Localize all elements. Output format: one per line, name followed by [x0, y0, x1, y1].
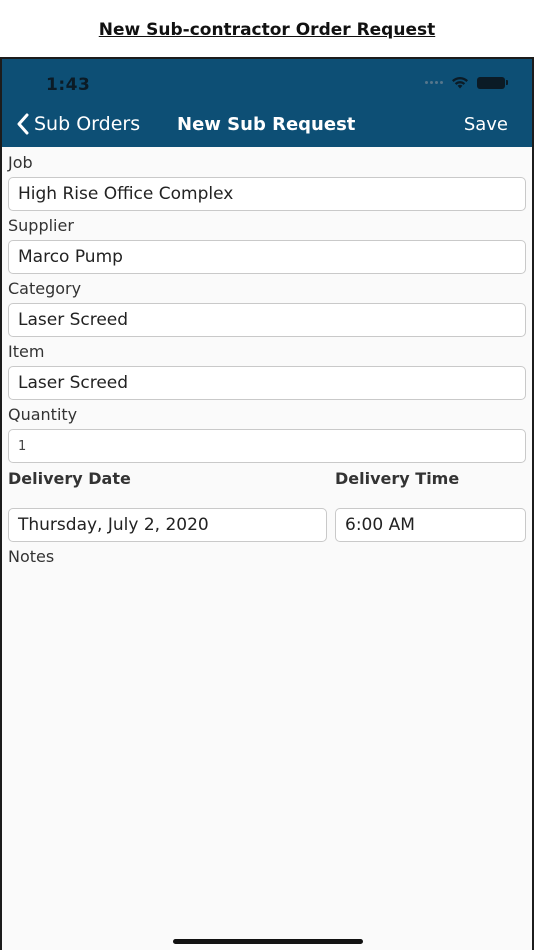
status-time: 1:43 — [46, 75, 91, 95]
quantity-field[interactable]: 1 — [8, 429, 526, 463]
delivery-labels-row: Delivery Date Delivery Time — [8, 466, 526, 508]
delivery-time-label: Delivery Time — [335, 469, 460, 488]
home-indicator[interactable] — [173, 939, 363, 944]
delivery-date-label: Delivery Date — [8, 469, 131, 488]
document-title: New Sub-contractor Order Request — [98, 20, 436, 40]
category-label: Category — [8, 279, 82, 298]
battery-icon — [477, 76, 508, 89]
wifi-icon — [451, 76, 469, 89]
delivery-date-field[interactable]: Thursday, July 2, 2020 — [8, 508, 327, 542]
cellular-signal-icon — [425, 81, 443, 84]
delivery-time-field[interactable]: 6:00 AM — [335, 508, 526, 542]
job-field[interactable]: High Rise Office Complex — [8, 177, 526, 211]
supplier-label: Supplier — [8, 216, 74, 235]
item-label: Item — [8, 342, 45, 361]
item-field[interactable]: Laser Screed — [8, 366, 526, 400]
save-button[interactable]: Save — [464, 114, 508, 135]
status-indicators — [425, 76, 508, 89]
navigation-header: 1:43 Sub Orders New Sub Request Save — [2, 59, 532, 147]
page-title: New Sub Request — [177, 114, 356, 135]
job-label: Job — [8, 153, 33, 172]
notes-label: Notes — [8, 547, 55, 566]
back-button-label: Sub Orders — [34, 113, 141, 135]
delivery-inputs-row: Thursday, July 2, 2020 6:00 AM — [8, 508, 526, 545]
chevron-left-icon — [16, 113, 30, 135]
back-button[interactable]: Sub Orders — [16, 113, 140, 135]
phone-screen: 1:43 Sub Orders New Sub Request Save Job… — [0, 57, 534, 950]
order-form: Job High Rise Office Complex Supplier Ma… — [2, 147, 532, 571]
quantity-label: Quantity — [8, 405, 78, 424]
category-field[interactable]: Laser Screed — [8, 303, 526, 337]
supplier-field[interactable]: Marco Pump — [8, 240, 526, 274]
